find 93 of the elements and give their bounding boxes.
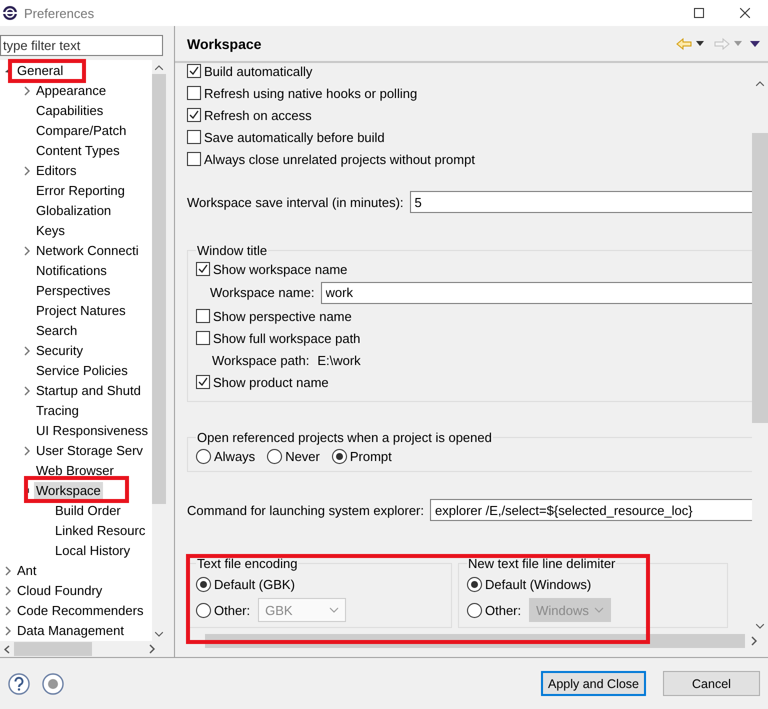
tree-item[interactable]: Network Connecti: [34, 242, 141, 260]
tree-item[interactable]: Editors: [34, 162, 78, 180]
scroll-right-icon[interactable]: [148, 644, 156, 654]
tree-item[interactable]: Build Order: [53, 502, 123, 520]
radio-button[interactable]: [267, 448, 282, 464]
scroll-down-icon[interactable]: [756, 624, 764, 628]
checkbox[interactable]: [196, 331, 210, 345]
tree-item[interactable]: Content Types: [34, 142, 122, 160]
tree-item[interactable]: Error Reporting: [34, 182, 127, 200]
scroll-right-icon[interactable]: [750, 636, 758, 646]
tree-item[interactable]: Service Policies: [34, 362, 130, 380]
tree-item[interactable]: Web Browser: [34, 462, 116, 480]
field-label: Workspace path:: [212, 352, 310, 368]
checkbox[interactable]: [187, 86, 201, 100]
tree-item[interactable]: User Storage Serv: [34, 442, 145, 460]
radio-button[interactable]: [332, 448, 347, 464]
tree-item[interactable]: Capabilities: [34, 102, 106, 120]
maximize-icon[interactable]: [694, 8, 704, 18]
tree-item[interactable]: Notifications: [34, 262, 109, 280]
tree-item[interactable]: Cloud Foundry: [15, 582, 104, 600]
tree-item[interactable]: Local History: [53, 542, 132, 560]
field-label: Workspace name:: [210, 285, 315, 300]
tree-item[interactable]: Globalization: [34, 202, 114, 220]
radio-button[interactable]: [196, 448, 211, 464]
radio-label: Other:: [485, 602, 522, 618]
window-title: Preferences: [24, 6, 96, 20]
radio-label: Default (Windows): [485, 576, 592, 592]
checkbox-label: Show workspace name: [213, 262, 348, 276]
field-label: Command for launching system explorer:: [187, 502, 424, 518]
tree-item[interactable]: Keys: [34, 222, 67, 240]
scroll-down-icon[interactable]: [155, 632, 163, 636]
group-title: New text file line delimiter: [467, 556, 616, 571]
tree-item[interactable]: Linked Resourc: [53, 522, 148, 540]
tree-item[interactable]: Security: [34, 342, 85, 360]
tree-item[interactable]: Appearance: [34, 82, 108, 100]
checkbox[interactable]: [196, 375, 210, 389]
checkbox-label: Save automatically before build: [204, 130, 385, 144]
help-icon[interactable]: [8, 672, 30, 694]
group-title: Text file encoding: [196, 556, 298, 571]
field-label: Workspace save interval (in minutes):: [187, 194, 404, 210]
group-title: Window title: [196, 243, 268, 258]
interval-field[interactable]: 5: [410, 191, 752, 213]
apply-button[interactable]: Apply and Close: [541, 671, 646, 696]
workspace-name-field[interactable]: work: [320, 282, 752, 304]
radio-label: Prompt: [350, 448, 392, 464]
tree-item[interactable]: Ant: [15, 562, 39, 580]
tree-item[interactable]: Data Management: [15, 622, 126, 640]
checkbox[interactable]: [187, 130, 201, 144]
close-icon[interactable]: [740, 8, 750, 18]
radio-label: Always: [214, 448, 256, 464]
path-value: E:\work: [317, 352, 361, 368]
tree-item[interactable]: Workspace: [34, 482, 103, 500]
checkbox[interactable]: [187, 152, 201, 166]
tree-item[interactable]: Tracing: [34, 402, 81, 420]
checkbox[interactable]: [187, 64, 201, 78]
checkbox-label: Refresh on access: [204, 108, 312, 122]
tree-item[interactable]: Code Recommenders: [15, 602, 146, 620]
tree-item[interactable]: Search: [34, 322, 80, 340]
chevron-down-icon: [594, 607, 604, 613]
tree-item[interactable]: UI Responsiveness: [34, 422, 150, 440]
page-title: Workspace: [187, 36, 262, 52]
tree-item[interactable]: Startup and Shutd: [34, 382, 143, 400]
scroll-left-icon[interactable]: [4, 644, 10, 654]
radio-label: Other:: [214, 602, 250, 618]
record-icon[interactable]: [42, 672, 64, 694]
radio-button[interactable]: [196, 576, 211, 592]
checkbox-label: Always close unrelated projects without prompt: [204, 152, 475, 166]
tree-item[interactable]: Compare/Patch: [34, 122, 128, 140]
radio-button[interactable]: [467, 602, 482, 618]
checkbox[interactable]: [196, 262, 210, 276]
radio-label: Never: [285, 448, 320, 464]
tree-item[interactable]: Perspectives: [34, 282, 112, 300]
checkbox-label: Show full workspace path: [213, 330, 360, 346]
command-field[interactable]: explorer /E,/select=${selected_resource_loc}: [430, 499, 752, 521]
scroll-up-icon[interactable]: [155, 64, 163, 70]
checkbox[interactable]: [187, 108, 201, 122]
chevron-down-icon: [329, 607, 340, 613]
filter-field[interactable]: type filter text: [0, 35, 163, 56]
radio-button[interactable]: [467, 576, 482, 592]
scroll-up-icon[interactable]: [756, 80, 764, 86]
checkbox-label: Refresh using native hooks or polling: [204, 86, 418, 100]
checkbox-label: Build automatically: [204, 64, 312, 78]
dropdown-icon[interactable]: [696, 41, 704, 46]
radio-label: Default (GBK): [214, 576, 295, 592]
tree-item[interactable]: Project Natures: [34, 302, 128, 320]
radio-button[interactable]: [196, 602, 211, 618]
checkbox[interactable]: [196, 309, 210, 323]
group-title: Open referenced projects when a project is opened: [196, 430, 493, 445]
checkbox-label: Show product name: [213, 374, 329, 390]
checkbox-label: Show perspective name: [213, 308, 352, 324]
tree-item[interactable]: General: [15, 62, 66, 80]
cancel-button[interactable]: Cancel: [663, 671, 760, 696]
menu-icon[interactable]: [750, 40, 760, 46]
